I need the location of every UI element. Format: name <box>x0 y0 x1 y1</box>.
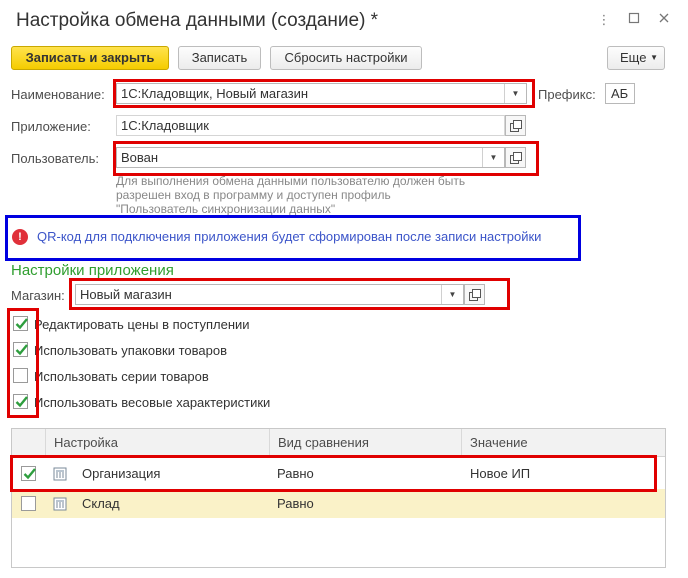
warning-icon: ! <box>12 229 28 245</box>
save-button[interactable]: Записать <box>178 46 261 70</box>
column-header-setting[interactable]: Настройка <box>45 429 269 456</box>
row-setting: Склад <box>82 496 120 511</box>
hint-line-3: "Пользователь синхронизации данных" <box>116 202 336 216</box>
user-field[interactable]: Вован ▼ <box>116 147 505 168</box>
application-label: Приложение: <box>11 119 91 134</box>
option-checkbox-series[interactable] <box>13 368 28 383</box>
checkmark-icon <box>15 318 28 330</box>
option-label: Использовать весовые характеристики <box>34 395 271 410</box>
close-icon[interactable] <box>656 12 672 28</box>
row-checkbox[interactable] <box>21 466 36 481</box>
more-button-label: Еще <box>620 50 647 65</box>
hint-line-2: разрешен вход в программу и доступен про… <box>116 188 391 202</box>
store-field[interactable]: Новый магазин ▼ <box>75 284 464 305</box>
more-actions-icon[interactable]: ⋮ <box>596 12 612 28</box>
filter-field-icon <box>53 497 67 511</box>
checkmark-icon <box>15 344 28 356</box>
option-checkbox-edit-prices[interactable] <box>13 316 28 331</box>
reset-settings-button[interactable]: Сбросить настройки <box>270 46 422 70</box>
name-value: 1С:Кладовщик, Новый магазин <box>121 86 309 101</box>
column-header-value[interactable]: Значение <box>461 429 665 456</box>
qr-warning-text: QR-код для подключения приложения будет … <box>37 229 542 244</box>
option-label: Использовать серии товаров <box>34 369 209 384</box>
filter-table: Настройка Вид сравнения Значение Организ… <box>11 428 666 568</box>
option-label: Использовать упаковки товаров <box>34 343 227 358</box>
open-store-button[interactable] <box>464 284 485 305</box>
table-row[interactable]: Склад Равно <box>12 489 665 518</box>
name-label: Наименование: <box>11 87 105 102</box>
user-label: Пользователь: <box>11 151 99 166</box>
dropdown-arrow-icon[interactable]: ▼ <box>482 148 504 167</box>
table-header: Настройка Вид сравнения Значение <box>12 429 665 457</box>
open-icon <box>510 120 522 132</box>
prefix-label: Префикс: <box>538 87 596 102</box>
row-setting: Организация <box>82 466 161 481</box>
row-comparison: Равно <box>277 496 314 511</box>
store-value: Новый магазин <box>80 287 172 302</box>
prefix-field[interactable]: АБ <box>605 83 635 104</box>
user-hint: Для выполнения обмена данными пользовате… <box>116 174 526 216</box>
more-button[interactable]: Еще ▼ <box>607 46 665 70</box>
name-field[interactable]: 1С:Кладовщик, Новый магазин ▼ <box>116 83 527 104</box>
app-settings-title: Настройки приложения <box>11 262 174 279</box>
table-row[interactable]: Организация Равно Новое ИП <box>12 459 665 488</box>
dropdown-arrow-icon[interactable]: ▼ <box>441 285 463 304</box>
open-icon <box>469 289 481 301</box>
dropdown-arrow-icon: ▼ <box>650 53 658 62</box>
window-title: Настройка обмена данными (создание) * <box>16 10 379 31</box>
column-header-comparison[interactable]: Вид сравнения <box>269 429 461 456</box>
user-value: Вован <box>121 150 159 165</box>
option-checkbox-packages[interactable] <box>13 342 28 357</box>
open-application-button[interactable] <box>505 115 526 136</box>
hint-line-1: Для выполнения обмена данными пользовате… <box>116 174 466 188</box>
save-and-close-button[interactable]: Записать и закрыть <box>11 46 169 70</box>
option-checkbox-weight[interactable] <box>13 394 28 409</box>
filter-field-icon <box>53 467 67 481</box>
option-label: Редактировать цены в поступлении <box>34 317 250 332</box>
dropdown-arrow-icon[interactable]: ▼ <box>504 84 526 103</box>
checkmark-icon <box>15 396 28 408</box>
checkmark-icon <box>23 468 36 480</box>
row-comparison: Равно <box>277 466 314 481</box>
store-label: Магазин: <box>11 288 65 303</box>
open-icon <box>510 152 522 164</box>
row-value: Новое ИП <box>470 466 531 481</box>
application-field: 1С:Кладовщик <box>116 115 505 136</box>
row-checkbox[interactable] <box>21 496 36 511</box>
open-user-button[interactable] <box>505 147 526 168</box>
maximize-icon[interactable] <box>626 12 642 28</box>
